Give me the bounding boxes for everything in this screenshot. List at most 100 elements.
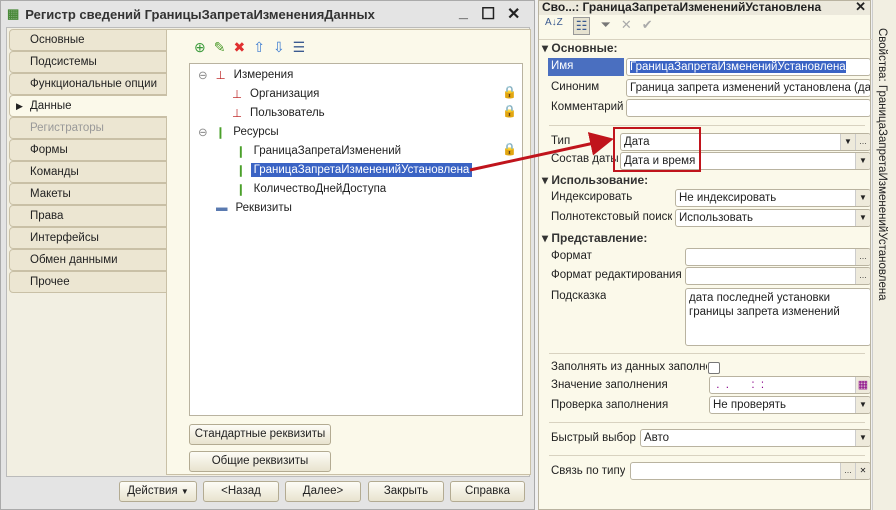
fulltext-label: Полнотекстовый поиск [551, 211, 673, 223]
move-down-icon[interactable]: ⇩ [273, 39, 285, 56]
chevron-down-icon[interactable]: ▼ [840, 134, 855, 150]
fill-value-field[interactable]: . . : : ▦ [709, 376, 871, 394]
common-attributes-button[interactable]: Общие реквизиты [189, 451, 331, 472]
sort-alpha-icon[interactable]: A↓Z [545, 17, 563, 35]
dimension-icon: ⊥ [232, 108, 243, 120]
edit-icon[interactable]: ✎ [214, 39, 226, 56]
name-label: Имя [548, 58, 624, 76]
fulltext-value: Использовать [679, 212, 754, 224]
clear-icon[interactable]: ✕ [855, 463, 870, 479]
fill-value: . . : : [713, 379, 765, 391]
name-field[interactable]: ГраницаЗапретаИзмененийУстановлена [626, 58, 871, 76]
format-field[interactable]: … [685, 248, 871, 266]
delete-icon[interactable]: ✖ [233, 39, 245, 56]
move-up-icon[interactable]: ⇧ [253, 39, 265, 56]
tree-node-resources[interactable]: ⊖ ❙ Ресурсы [198, 123, 279, 141]
sort-list-icon[interactable]: ☰ [293, 39, 306, 56]
tree-node-attributes[interactable]: ▬ Реквизиты [216, 199, 292, 217]
tab-label: Основные [30, 34, 85, 46]
tab-8[interactable]: Права [9, 205, 167, 227]
tree-item[interactable]: ❙ ГраницаЗапретаИзменений [236, 142, 401, 160]
fulltext-select[interactable]: Использовать ▼ [675, 209, 871, 227]
close-dialog-button[interactable]: Закрыть [368, 481, 444, 502]
tree-item[interactable]: ❙ КоличествоДнейДоступа [236, 180, 386, 198]
close-icon[interactable]: ✕ [855, 0, 866, 13]
properties-toolbar: A↓Z ☷ ⏷ ✕ ✔ [545, 17, 653, 35]
tree-item[interactable]: ⊥ Пользователь [232, 104, 325, 122]
tree-toolbar: ⊕ ✎ ✖ ⇧ ⇩ ☰ [194, 39, 305, 56]
collapse-icon[interactable]: ⊖ [198, 68, 208, 82]
fill-check-select[interactable]: Не проверять ▼ [709, 396, 871, 414]
calendar-icon[interactable]: ▦ [855, 377, 870, 393]
categories-icon[interactable]: ☷ [572, 17, 591, 35]
properties-side-tab[interactable]: Свойства: ГраницаЗапретаИзмененийУстанов… [872, 0, 896, 510]
tooltip-field[interactable]: дата последней установки границы запрета… [685, 288, 871, 346]
tab-2[interactable]: Функциональные опции [9, 73, 167, 95]
tree-node-dimensions[interactable]: ⊖ ⊥ Измерения [198, 66, 293, 84]
ellipsis-button[interactable]: … [855, 268, 870, 284]
chevron-down-icon[interactable]: ▼ [855, 153, 870, 169]
tab-7[interactable]: Макеты [9, 183, 167, 205]
help-button[interactable]: Справка [450, 481, 525, 502]
properties-title: Сво...: ГраницаЗапретаИзмененийУстановле… [542, 0, 822, 14]
tab-11[interactable]: Прочее [9, 271, 167, 293]
tab-5[interactable]: Формы [9, 139, 167, 161]
type-link-field[interactable]: … ✕ [630, 462, 871, 480]
ellipsis-button[interactable]: … [840, 463, 855, 479]
quick-choice-select[interactable]: Авто ▼ [640, 429, 871, 447]
apply-icon[interactable]: ✔ [642, 17, 653, 35]
synonym-field[interactable]: Граница запрета изменений установлена (д… [626, 79, 871, 97]
chevron-down-icon[interactable]: ▼ [855, 430, 870, 446]
ellipsis-button[interactable]: … [855, 249, 870, 265]
index-select[interactable]: Не индексировать ▼ [675, 189, 871, 207]
tab-label: Прочее [30, 276, 70, 288]
dimension-icon: ⊥ [215, 70, 226, 82]
cancel-icon[interactable]: ✕ [621, 17, 632, 35]
fill-from-checkbox[interactable] [708, 362, 720, 374]
tree-label: Измерения [233, 69, 294, 81]
tree-label: Организация [250, 88, 320, 100]
back-button[interactable]: <Назад [203, 481, 279, 502]
tab-1[interactable]: Подсистемы [9, 51, 167, 73]
standard-attributes-button[interactable]: Стандартные реквизиты [189, 424, 331, 445]
filter-icon[interactable]: ⏷ [600, 17, 610, 35]
tab-6[interactable]: Команды [9, 161, 167, 183]
synonym-label: Синоним [551, 81, 600, 93]
active-tab-marker-icon: ▶ [16, 101, 23, 111]
edit-format-field[interactable]: … [685, 267, 871, 285]
resource-icon: ❙ [215, 127, 226, 139]
section-view[interactable]: ▾ Представление: [542, 231, 647, 245]
name-value: ГраницаЗапретаИзмененийУстановлена [630, 61, 846, 73]
minimize-button[interactable]: _ [459, 4, 468, 22]
section-main[interactable]: ▾ Основные: [542, 41, 618, 55]
tab-4[interactable]: Регистраторы [9, 117, 167, 139]
tooltip-label: Подсказка [551, 290, 607, 302]
chevron-down-icon[interactable]: ▼ [855, 397, 870, 413]
fill-check-value: Не проверять [713, 399, 787, 411]
tab-9[interactable]: Интерфейсы [9, 227, 167, 249]
tree-item-selected[interactable]: ❙ ГраницаЗапретаИзмененийУстановлена [236, 161, 473, 179]
tab-10[interactable]: Обмен данными [9, 249, 167, 271]
chevron-down-icon[interactable]: ▼ [855, 190, 870, 206]
tree-label: КоличествоДнейДоступа [253, 183, 387, 195]
chevron-down-icon[interactable]: ▼ [855, 210, 870, 226]
add-icon[interactable]: ⊕ [194, 39, 206, 56]
ellipsis-button[interactable]: … [855, 134, 870, 150]
tree-label: Пользователь [250, 107, 325, 119]
tab-0[interactable]: Основные [9, 29, 167, 51]
actions-button[interactable]: Действия ▼ [119, 481, 197, 502]
close-button[interactable]: ✕ [507, 4, 520, 24]
next-button[interactable]: Далее> [285, 481, 361, 502]
annotation-arrow [469, 132, 614, 172]
collapse-icon[interactable]: ⊖ [198, 125, 208, 139]
tab-label: Формы [30, 144, 68, 156]
comment-field[interactable] [626, 99, 871, 117]
resource-icon: ❙ [236, 165, 246, 177]
quick-choice-value: Авто [644, 432, 670, 444]
maximize-button[interactable]: ☐ [481, 4, 495, 24]
section-title: Представление: [551, 231, 648, 245]
quick-choice-label: Быстрый выбор [551, 432, 636, 444]
tree-item[interactable]: ⊥ Организация [232, 85, 319, 103]
tab-3[interactable]: ▶ Данные [9, 95, 167, 117]
tab-label: Права [30, 210, 64, 222]
